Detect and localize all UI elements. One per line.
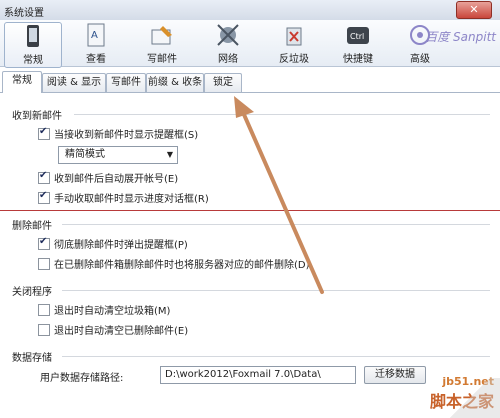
- annotation-arrow: [234, 96, 324, 294]
- page-curl-corner: [440, 378, 500, 418]
- tab-general[interactable]: 常规: [2, 71, 42, 93]
